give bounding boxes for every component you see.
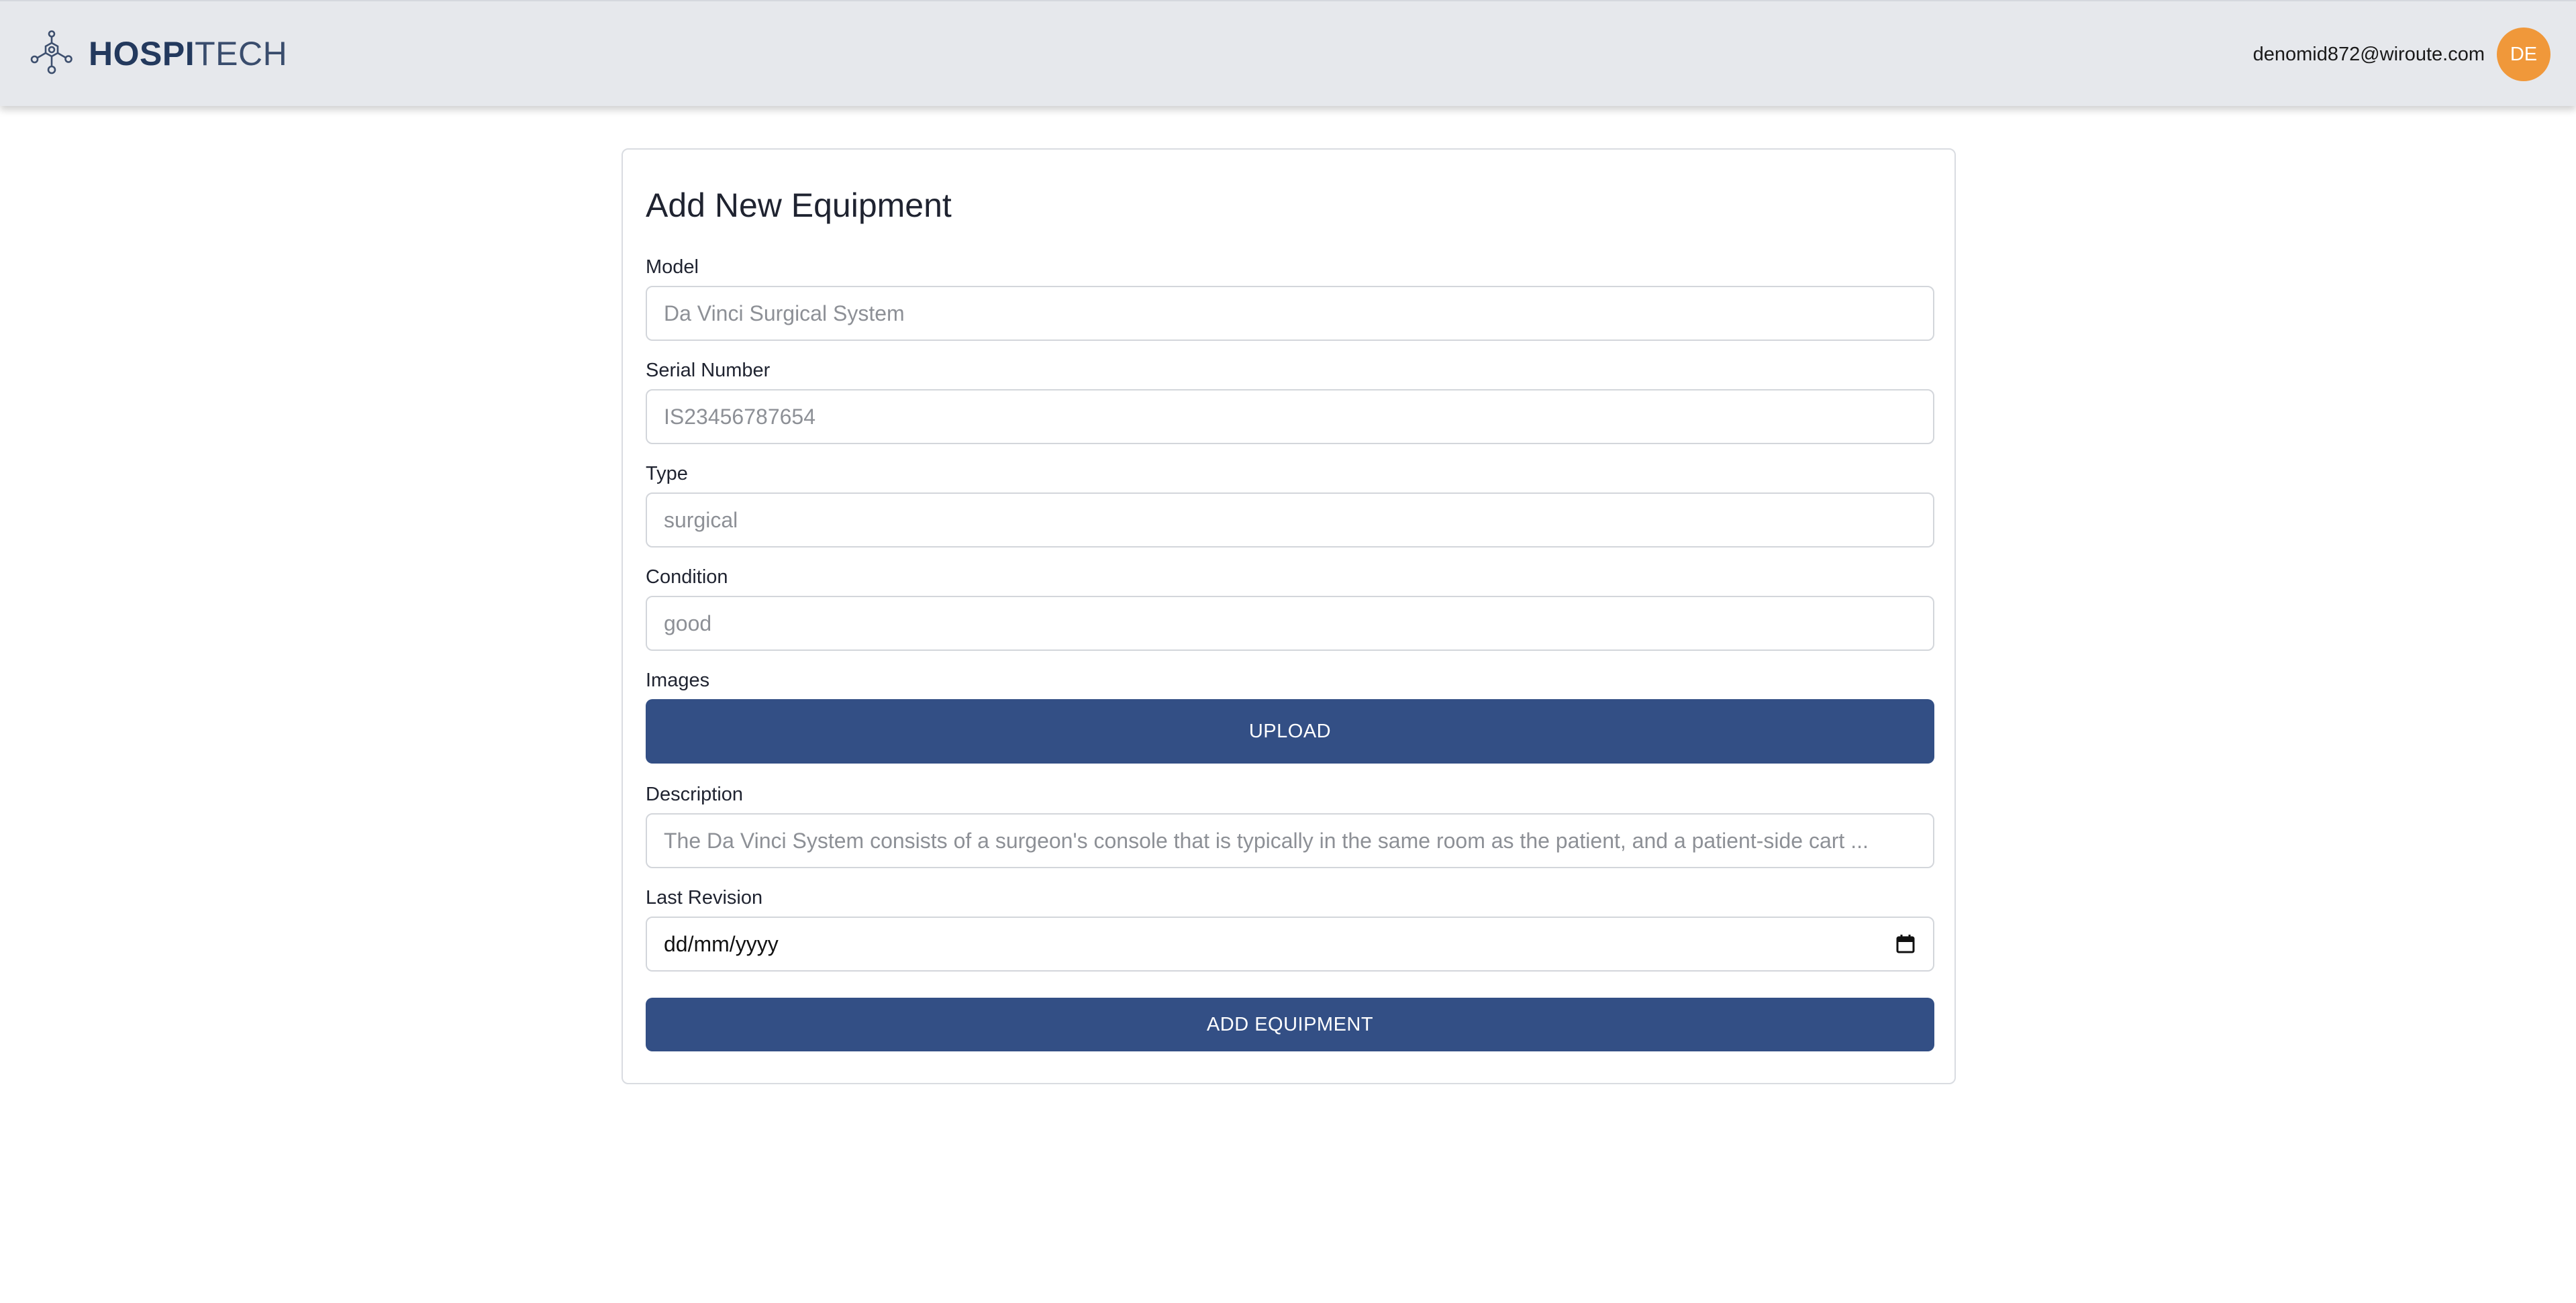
add-equipment-button[interactable]: ADD EQUIPMENT	[646, 998, 1934, 1051]
serial-number-label: Serial Number	[646, 360, 771, 381]
logo-text-bold: HOSPI	[89, 35, 195, 72]
calendar-icon[interactable]	[1895, 933, 1916, 955]
page-title: Add New Equipment	[646, 187, 952, 224]
logo[interactable]: HOSPITECH	[26, 27, 287, 81]
last-revision-label: Last Revision	[646, 887, 763, 908]
add-equipment-card: Add New Equipment Model Serial Number Ty…	[622, 148, 1956, 1084]
serial-number-input[interactable]	[646, 389, 1934, 444]
description-label: Description	[646, 784, 744, 805]
type-label: Type	[646, 463, 688, 484]
user-email: denomid872@wiroute.com	[2252, 43, 2485, 65]
date-value: dd/mm/yyyy	[664, 931, 779, 956]
last-revision-date-input[interactable]: dd/mm/yyyy	[646, 917, 1934, 972]
type-input[interactable]	[646, 492, 1934, 548]
model-label: Model	[646, 256, 699, 278]
app-header: HOSPITECH denomid872@wiroute.com DE	[0, 0, 2576, 106]
molecule-network-icon	[30, 30, 72, 74]
logo-text-light: TECH	[195, 35, 288, 72]
condition-input[interactable]	[646, 596, 1934, 651]
images-label: Images	[646, 670, 710, 691]
avatar[interactable]: DE	[2497, 28, 2550, 81]
condition-label: Condition	[646, 566, 728, 588]
description-input[interactable]	[646, 813, 1934, 868]
model-input[interactable]	[646, 286, 1934, 341]
logo-wordmark: HOSPITECH	[89, 37, 287, 70]
user-menu[interactable]: denomid872@wiroute.com DE	[2253, 28, 2550, 81]
upload-button[interactable]: UPLOAD	[646, 699, 1934, 764]
